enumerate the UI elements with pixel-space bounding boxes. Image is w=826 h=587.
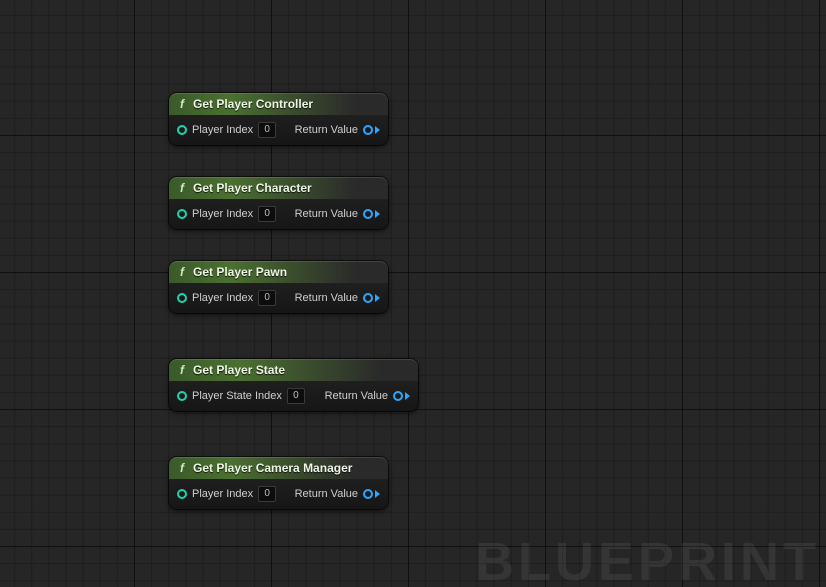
node-get-player-state[interactable]: f Get Player State Player State Index 0 … (169, 359, 418, 411)
input-pin-value[interactable]: 0 (258, 122, 276, 138)
input-pin-player-index[interactable]: Player Index 0 (177, 199, 276, 229)
pin-socket-icon (177, 125, 187, 135)
function-icon: f (177, 97, 187, 111)
pin-socket-icon (393, 391, 403, 401)
node-body: Player Index 0 Return Value (169, 199, 388, 229)
node-get-player-controller[interactable]: f Get Player Controller Player Index 0 R… (169, 93, 388, 145)
node-header[interactable]: f Get Player Controller (169, 93, 388, 115)
input-pin-label: Player Index (192, 208, 253, 220)
output-pin-label: Return Value (295, 124, 358, 136)
pin-arrow-icon (375, 126, 380, 134)
input-pin-value[interactable]: 0 (258, 290, 276, 306)
function-icon: f (177, 461, 187, 475)
node-title: Get Player State (193, 363, 285, 377)
output-pin-label: Return Value (325, 390, 388, 402)
input-pin-player-index[interactable]: Player Index 0 (177, 283, 276, 313)
node-header[interactable]: f Get Player Character (169, 177, 388, 199)
pin-socket-icon (177, 293, 187, 303)
input-pin-player-index[interactable]: Player Index 0 (177, 115, 276, 145)
blueprint-canvas[interactable]: f Get Player Controller Player Index 0 R… (0, 0, 826, 587)
function-icon: f (177, 363, 187, 377)
pin-arrow-icon (405, 392, 410, 400)
node-body: Player Index 0 Return Value (169, 283, 388, 313)
pin-arrow-icon (375, 490, 380, 498)
node-get-player-character[interactable]: f Get Player Character Player Index 0 Re… (169, 177, 388, 229)
node-header[interactable]: f Get Player State (169, 359, 418, 381)
node-body: Player Index 0 Return Value (169, 479, 388, 509)
node-get-player-pawn[interactable]: f Get Player Pawn Player Index 0 Return … (169, 261, 388, 313)
pin-socket-icon (363, 489, 373, 499)
output-pin-label: Return Value (295, 488, 358, 500)
input-pin-value[interactable]: 0 (287, 388, 305, 404)
node-header[interactable]: f Get Player Pawn (169, 261, 388, 283)
pin-socket-icon (363, 125, 373, 135)
node-title: Get Player Camera Manager (193, 461, 352, 475)
input-pin-label: Player Index (192, 292, 253, 304)
node-title: Get Player Pawn (193, 265, 287, 279)
output-pin-return-value[interactable]: Return Value (290, 479, 380, 509)
output-pin-return-value[interactable]: Return Value (290, 199, 380, 229)
node-get-player-camera-manager[interactable]: f Get Player Camera Manager Player Index… (169, 457, 388, 509)
output-pin-return-value[interactable]: Return Value (290, 115, 380, 145)
input-pin-player-state-index[interactable]: Player State Index 0 (177, 381, 305, 411)
function-icon: f (177, 181, 187, 195)
pin-arrow-icon (375, 210, 380, 218)
input-pin-label: Player Index (192, 488, 253, 500)
input-pin-label: Player Index (192, 124, 253, 136)
output-pin-return-value[interactable]: Return Value (290, 283, 380, 313)
input-pin-value[interactable]: 0 (258, 206, 276, 222)
pin-socket-icon (177, 489, 187, 499)
node-header[interactable]: f Get Player Camera Manager (169, 457, 388, 479)
pin-socket-icon (363, 293, 373, 303)
node-body: Player State Index 0 Return Value (169, 381, 418, 411)
node-title: Get Player Character (193, 181, 312, 195)
node-title: Get Player Controller (193, 97, 313, 111)
output-pin-label: Return Value (295, 208, 358, 220)
pin-arrow-icon (375, 294, 380, 302)
node-body: Player Index 0 Return Value (169, 115, 388, 145)
input-pin-player-index[interactable]: Player Index 0 (177, 479, 276, 509)
output-pin-label: Return Value (295, 292, 358, 304)
pin-socket-icon (177, 209, 187, 219)
pin-socket-icon (177, 391, 187, 401)
blueprint-watermark: BLUEPRINT (475, 531, 820, 587)
output-pin-return-value[interactable]: Return Value (320, 381, 410, 411)
pin-socket-icon (363, 209, 373, 219)
input-pin-label: Player State Index (192, 390, 282, 402)
function-icon: f (177, 265, 187, 279)
input-pin-value[interactable]: 0 (258, 486, 276, 502)
